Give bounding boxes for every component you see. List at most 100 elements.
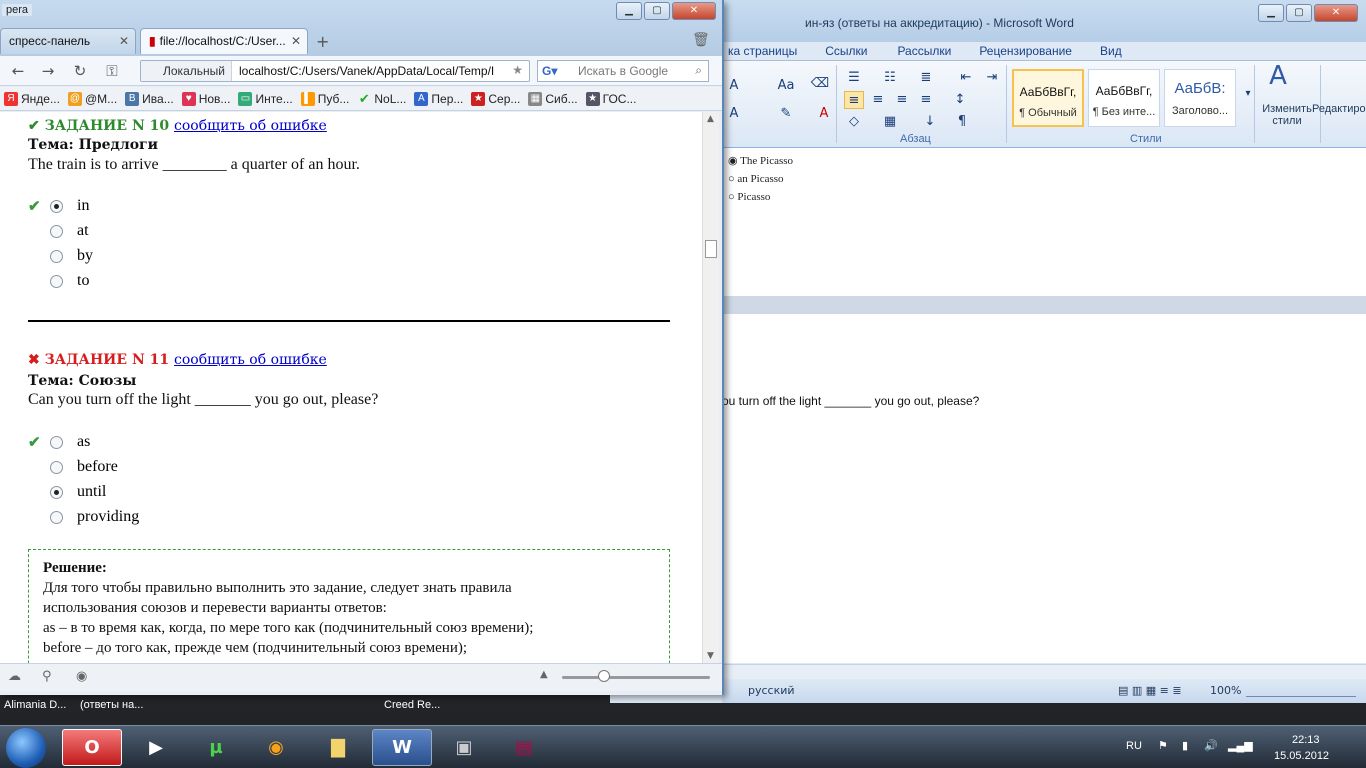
radio-button[interactable] (50, 199, 63, 213)
word-tab-mailings[interactable]: Рассылки (897, 42, 951, 60)
report-error-link[interactable]: сообщить об ошибке (174, 352, 327, 368)
reload-icon[interactable]: ↻ (70, 62, 90, 80)
forward-arrow-icon[interactable]: → (38, 62, 58, 80)
justify-icon[interactable]: ≡ (916, 91, 936, 109)
editing-button[interactable]: Редактиро (1312, 103, 1366, 115)
answer-option[interactable]: providing (50, 506, 139, 528)
scroll-down-icon[interactable]: ▼ (707, 651, 714, 661)
line-spacing-icon[interactable]: ↕ (950, 91, 970, 109)
taskbar-app-icon[interactable]: ◉ (246, 729, 306, 766)
turbo-icon[interactable]: ◉ (76, 669, 87, 684)
word-tab-page-layout[interactable]: ка страницы (728, 42, 797, 60)
style-heading[interactable]: АаБбВ: Заголово... (1164, 69, 1236, 127)
radio-button[interactable] (50, 485, 63, 499)
change-case-icon[interactable]: Aa (776, 77, 796, 95)
tab-speed-dial[interactable]: спресс-панель ✕ (0, 28, 136, 54)
browser-close-button[interactable]: ✕ (672, 2, 716, 20)
radio-button[interactable] (50, 435, 63, 449)
increase-indent-icon[interactable]: ⇥ (982, 69, 1002, 87)
font-color-icon[interactable]: A (814, 105, 834, 123)
tab-localhost[interactable]: ▮ file://localhost/C:/User... ✕ (140, 28, 308, 54)
taskbar-opera-icon[interactable]: O (62, 729, 122, 766)
volume-icon[interactable]: 🔊 (1204, 739, 1218, 752)
zoom-up-icon[interactable]: ▲ (540, 669, 548, 680)
bookmark-item[interactable]: ✔ NoL... (353, 87, 410, 110)
flag-icon[interactable]: ⚑ (1158, 739, 1168, 752)
bookmark-item[interactable]: ★ Сер... (467, 87, 524, 110)
address-bar[interactable]: Локальный localhost/C:/Users/Vanek/AppDa… (140, 60, 530, 82)
styles-scroll-icon[interactable]: ▾ (1238, 85, 1258, 103)
word-tab-review[interactable]: Рецензирование (979, 42, 1072, 60)
key-icon[interactable]: ⚿ (102, 62, 122, 80)
answer-option[interactable]: by (50, 245, 93, 267)
bookmark-item[interactable]: ▌ Пуб... (297, 87, 354, 110)
word-close-button[interactable]: ✕ (1314, 4, 1358, 22)
new-tab-plus-icon[interactable]: + (316, 32, 329, 51)
browser-maximize-button[interactable]: ▢ (644, 2, 670, 20)
highlight-icon[interactable]: ✎ (776, 105, 796, 123)
battery-icon[interactable]: ▮ (1182, 739, 1188, 752)
answer-option[interactable]: before (50, 456, 118, 478)
bookmark-item[interactable]: ▭ Инте... (234, 87, 296, 110)
taskbar-item-label[interactable]: Alimania D... (4, 699, 66, 711)
zoom-slider-thumb[interactable] (598, 670, 610, 682)
answer-option[interactable]: at (50, 220, 89, 242)
answer-option[interactable]: in (50, 195, 89, 217)
word-hscrollbar[interactable] (722, 664, 1366, 680)
radio-button[interactable] (50, 460, 63, 474)
answer-option[interactable]: as (50, 431, 90, 453)
start-button[interactable] (6, 728, 46, 768)
trash-icon[interactable]: 🗑 (692, 32, 710, 48)
scroll-thumb[interactable] (705, 240, 717, 258)
url-text[interactable]: localhost/C:/Users/Vanek/AppData/Local/T… (239, 64, 509, 78)
browser-minimize-button[interactable]: ▁ (616, 2, 642, 20)
report-error-link[interactable]: сообщить об ошибке (174, 118, 327, 134)
bookmark-item[interactable]: A Пер... (410, 87, 467, 110)
cloud-icon[interactable]: ☁ (8, 669, 21, 684)
bookmark-item[interactable]: ♥ Нов... (178, 87, 235, 110)
bookmark-star-icon[interactable]: ★ (512, 63, 523, 77)
bookmark-item[interactable]: ★ ГОС... (582, 87, 641, 110)
align-left-icon[interactable]: ≡ (844, 91, 864, 109)
answer-option[interactable]: until (50, 481, 106, 503)
radio-button[interactable] (50, 510, 63, 524)
style-normal[interactable]: АаБбВвГг, ¶ Обычный (1012, 69, 1084, 127)
browser-zoom-slider[interactable] (562, 676, 710, 679)
taskbar-winrar-icon[interactable]: ▤ (494, 729, 554, 766)
clear-format-icon[interactable]: ⌫ (810, 75, 830, 93)
multilevel-list-icon[interactable]: ≣ (916, 69, 936, 87)
pilcrow-icon[interactable]: ¶ (952, 113, 972, 131)
taskbar-media-player-icon[interactable]: ▶ (126, 729, 186, 766)
taskbar-word-icon[interactable]: W (372, 729, 432, 766)
change-styles-icon[interactable]: A (1268, 63, 1288, 97)
align-center-icon[interactable]: ≡ (868, 91, 888, 109)
close-icon[interactable]: ✕ (119, 34, 129, 48)
radio-button[interactable] (50, 274, 63, 288)
word-tab-view[interactable]: Вид (1100, 42, 1122, 60)
language-indicator[interactable]: RU (1126, 740, 1142, 752)
word-maximize-button[interactable]: ▢ (1286, 4, 1312, 22)
decrease-indent-icon[interactable]: ⇤ (956, 69, 976, 87)
radio-button[interactable] (50, 224, 63, 238)
sort-icon[interactable]: ↓ (920, 113, 940, 131)
bookmark-item[interactable]: B Ива... (121, 87, 178, 110)
radio-button[interactable] (50, 249, 63, 263)
search-icon[interactable]: ⌕ (695, 63, 702, 78)
page-vscrollbar[interactable]: ▲ ▼ (702, 112, 719, 663)
search-input[interactable]: G▾ Искать в Google ⌕ (537, 60, 709, 82)
bookmark-item[interactable]: @ @M... (64, 87, 121, 110)
clock-time[interactable]: 22:13 (1292, 734, 1320, 746)
bullets-icon[interactable]: ☰ (844, 69, 864, 87)
taskbar-utorrent-icon[interactable]: µ (186, 729, 246, 766)
taskbar-video-pro-icon[interactable]: ▣ (434, 729, 494, 766)
numbering-icon[interactable]: ☷ (880, 69, 900, 87)
network-icon[interactable]: ▂▄▆ (1228, 739, 1253, 752)
taskbar-item-label[interactable]: (ответы на... (80, 699, 143, 711)
bookmark-item[interactable]: ▦ Сиб... (524, 87, 581, 110)
security-badge[interactable]: Локальный (141, 61, 232, 81)
bookmark-item[interactable]: Я Янде... (0, 87, 64, 110)
shading-icon[interactable]: ◇ (844, 113, 864, 131)
word-tab-references[interactable]: Ссылки (825, 42, 867, 60)
font-grow-icon[interactable]: A (724, 77, 744, 95)
answer-option[interactable]: to (50, 270, 89, 292)
